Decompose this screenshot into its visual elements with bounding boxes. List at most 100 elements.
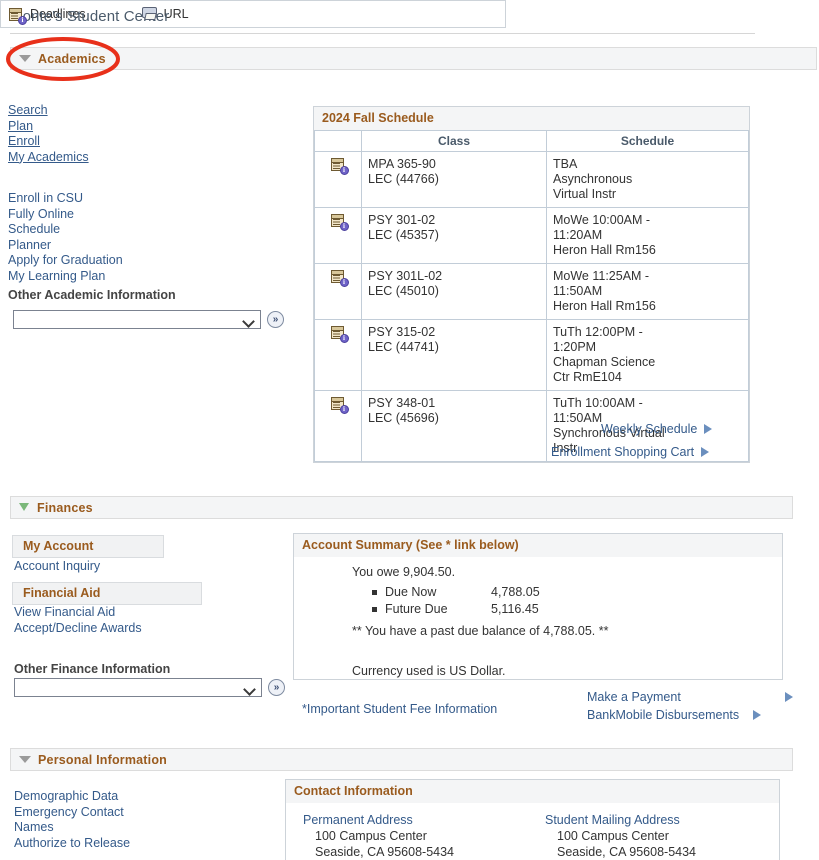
chevron-down-icon[interactable]: [19, 502, 30, 513]
class-deadlines-icon[interactable]: i: [331, 396, 346, 411]
row-schedule-cell: MoWe 10:00AM -11:20AMHeron Hall Rm156: [547, 208, 749, 264]
link-planner[interactable]: Planner: [8, 238, 123, 254]
link-search[interactable]: Search: [8, 103, 89, 119]
link-plan[interactable]: Plan: [8, 119, 89, 135]
chevron-down-icon[interactable]: [19, 756, 31, 763]
mailing-address-line: 100 Campus Center: [545, 828, 696, 844]
account-currency-note: Currency used is US Dollar.: [352, 664, 782, 678]
row-schedule-cell: TBAAsynchronousVirtual Instr: [547, 152, 749, 208]
link-enrollment-shopping-cart[interactable]: Enrollment Shopping Cart: [551, 445, 709, 459]
url-screen-icon: [142, 7, 158, 21]
link-view-financial-aid[interactable]: View Financial Aid: [14, 605, 142, 621]
row-schedule-cell: MoWe 11:25AM -11:50AMHeron Hall Rm156: [547, 264, 749, 320]
link-my-learning-plan[interactable]: My Learning Plan: [8, 269, 123, 285]
other-academic-information-label: Other Academic Information: [8, 288, 176, 302]
schedule-col-schedule: Schedule: [547, 131, 749, 152]
schedule-table: Class Schedule i MPA 365-90LEC (44766)TBA…: [314, 130, 749, 462]
account-summary-item: Due Now4,788.05: [372, 584, 782, 601]
row-deadline-icon-cell[interactable]: i: [315, 320, 362, 391]
table-row: i PSY 301L-02LEC (45010)MoWe 11:25AM -11:…: [315, 264, 749, 320]
personal-information-links: Demographic Data Emergency Contact Names…: [14, 789, 130, 851]
link-account-inquiry[interactable]: Account Inquiry: [14, 559, 100, 575]
class-deadlines-icon[interactable]: i: [331, 157, 346, 172]
row-class-cell: PSY 301-02LEC (45357): [362, 208, 547, 264]
class-deadlines-icon[interactable]: i: [331, 213, 346, 228]
academics-secondary-links: Enroll in CSU Fully Online Schedule Plan…: [8, 191, 123, 284]
account-owe-line: You owe 9,904.50.: [352, 565, 782, 579]
link-names[interactable]: Names: [14, 820, 130, 836]
arrow-right-icon: [701, 447, 709, 457]
row-schedule-cell: TuTh 12:00PM -1:20PMChapman ScienceCtr R…: [547, 320, 749, 391]
schedule-title: 2024 Fall Schedule: [314, 107, 749, 130]
account-summary-panel: Account Summary (See * link below) You o…: [293, 533, 783, 680]
section-label-academics: Academics: [38, 52, 106, 66]
section-header-finances[interactable]: Finances: [10, 496, 793, 519]
row-deadline-icon-cell[interactable]: i: [315, 152, 362, 208]
make-a-payment-label: Make a Payment: [587, 690, 681, 704]
link-enroll-in-csu[interactable]: Enroll in CSU: [8, 191, 123, 207]
my-account-header: My Account: [12, 535, 164, 558]
table-row: i MPA 365-90LEC (44766)TBAAsynchronousVir…: [315, 152, 749, 208]
section-label-personal-information: Personal Information: [38, 753, 167, 767]
permanent-address-header: Permanent Address: [303, 812, 454, 828]
student-center-page: Monte's Student Center Academics Search …: [0, 0, 819, 860]
financial-aid-links: View Financial Aid Accept/Decline Awards: [14, 605, 142, 636]
enrollment-cart-label: Enrollment Shopping Cart: [551, 445, 694, 459]
chevron-down-icon[interactable]: [19, 55, 31, 62]
other-finance-information-row: »: [14, 678, 285, 697]
section-header-personal-information[interactable]: Personal Information: [10, 748, 793, 771]
title-divider: [10, 33, 755, 34]
schedule-header-row: Class Schedule: [315, 131, 749, 152]
link-authorize-to-release[interactable]: Authorize to Release: [14, 836, 130, 852]
arrow-right-icon: [704, 424, 712, 434]
row-class-cell: PSY 315-02LEC (44741): [362, 320, 547, 391]
weekly-schedule-label: Weekly Schedule: [601, 422, 697, 436]
account-summary-items: Due Now4,788.05Future Due5,116.45: [294, 584, 782, 618]
arrow-right-icon: [753, 710, 761, 720]
row-deadline-icon-cell[interactable]: i: [315, 208, 362, 264]
row-class-cell: PSY 301L-02LEC (45010): [362, 264, 547, 320]
link-my-academics[interactable]: My Academics: [8, 150, 89, 166]
class-deadlines-icon[interactable]: i: [331, 325, 346, 340]
schedule-col-class: Class: [362, 131, 547, 152]
deadlines-calendar-icon: i: [9, 7, 24, 22]
link-bankmobile-disbursements[interactable]: BankMobile Disbursements: [587, 708, 761, 722]
my-account-links: Account Inquiry: [14, 559, 100, 575]
link-important-student-fee-information[interactable]: *Important Student Fee Information: [302, 702, 497, 718]
other-academic-information-row: »: [13, 310, 284, 329]
table-row: i PSY 301-02LEC (45357)MoWe 10:00AM -11:2…: [315, 208, 749, 264]
row-class-cell: MPA 365-90LEC (44766): [362, 152, 547, 208]
other-finance-information-select[interactable]: [14, 678, 262, 697]
account-summary-body: You owe 9,904.50. Due Now4,788.05Future …: [294, 557, 782, 678]
row-deadline-icon-cell[interactable]: i: [315, 391, 362, 462]
contact-information-title: Contact Information: [286, 780, 779, 803]
class-deadlines-icon[interactable]: i: [331, 269, 346, 284]
link-fully-online[interactable]: Fully Online: [8, 207, 123, 223]
link-demographic-data[interactable]: Demographic Data: [14, 789, 130, 805]
link-weekly-schedule[interactable]: Weekly Schedule: [601, 422, 712, 436]
link-accept-decline-awards[interactable]: Accept/Decline Awards: [14, 621, 142, 637]
table-row: i PSY 315-02LEC (44741)TuTh 12:00PM -1:20…: [315, 320, 749, 391]
link-apply-for-graduation[interactable]: Apply for Graduation: [8, 253, 123, 269]
account-summary-item: Future Due5,116.45: [372, 601, 782, 618]
row-class-cell: PSY 348-01LEC (45696): [362, 391, 547, 462]
account-item-name: Due Now: [385, 584, 491, 601]
other-finance-information-label: Other Finance Information: [14, 662, 170, 676]
mailing-address-line: Seaside, CA 95608-5434: [545, 844, 696, 860]
mailing-address-header: Student Mailing Address: [545, 812, 696, 828]
bankmobile-label: BankMobile Disbursements: [587, 708, 739, 722]
arrow-right-icon: [785, 692, 793, 702]
section-header-academics[interactable]: Academics: [10, 47, 817, 70]
link-emergency-contact[interactable]: Emergency Contact: [14, 805, 130, 821]
academics-go-button[interactable]: »: [267, 311, 284, 328]
finances-go-button[interactable]: »: [268, 679, 285, 696]
link-schedule[interactable]: Schedule: [8, 222, 123, 238]
contact-information-body: Permanent Address 100 Campus Center Seas…: [286, 803, 779, 812]
link-enroll[interactable]: Enroll: [8, 134, 89, 150]
row-deadline-icon-cell[interactable]: i: [315, 264, 362, 320]
account-summary-title: Account Summary (See * link below): [294, 534, 782, 557]
link-make-a-payment[interactable]: Make a Payment: [587, 690, 793, 704]
academics-primary-links: Search Plan Enroll My Academics: [8, 103, 89, 165]
other-academic-information-select[interactable]: [13, 310, 261, 329]
section-label-finances: Finances: [37, 501, 93, 515]
